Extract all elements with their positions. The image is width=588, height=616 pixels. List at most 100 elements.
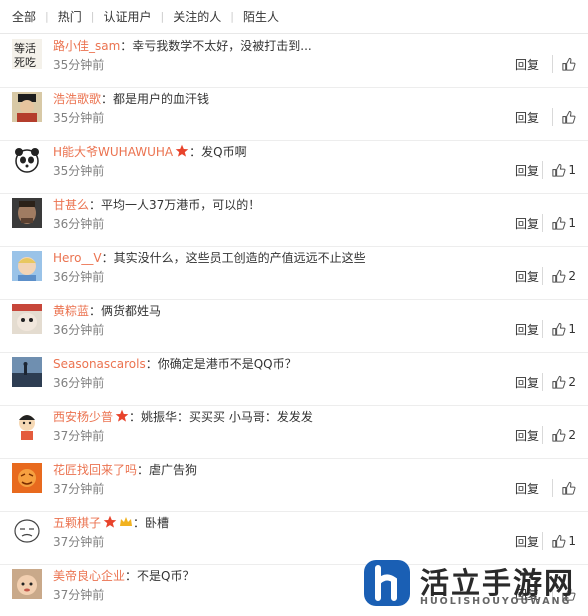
thumb-up-icon — [552, 428, 566, 442]
star-badge-icon — [103, 515, 117, 528]
username-link[interactable]: H能大爷WUHAWUHA — [53, 145, 173, 159]
comment-item: 西安杨少普 ：姚振华：买买买 小马哥：发发发 37分钟前 回复 2 — [0, 406, 588, 459]
username-link[interactable]: 浩浩歌歌 — [53, 92, 101, 106]
like-count: 2 — [568, 269, 576, 283]
like-button[interactable]: 1 — [542, 320, 576, 338]
like-button[interactable]: 2 — [542, 373, 576, 391]
tab-hot[interactable]: 热门 — [58, 8, 82, 25]
comment-time: 37分钟前 — [53, 482, 105, 496]
comment-text: ：卧槽 — [133, 516, 170, 530]
comment-time: 36分钟前 — [53, 217, 105, 231]
comment-item: Seasonascarols：你确定是港币不是QQ币？ 36分钟前 回复 2 — [0, 353, 588, 406]
comment-text: ：发Q币啊 — [189, 145, 247, 159]
like-button[interactable]: 1 — [542, 532, 576, 550]
reply-button[interactable]: 回复 — [515, 163, 539, 179]
reply-button[interactable]: 回复 — [515, 269, 539, 285]
watermark-subtitle: HUOLISHOUYOUWANG — [420, 596, 572, 607]
like-count: 1 — [568, 534, 576, 548]
comment-line: 路小佳_sam：幸亏我数学不太好，没被打击到... — [53, 37, 312, 55]
comment-text: ：你确定是港币不是QQ币？ — [145, 357, 297, 371]
face-avatar[interactable] — [12, 516, 42, 546]
like-button[interactable]: 2 — [542, 267, 576, 285]
tab-following[interactable]: 关注的人 — [173, 8, 221, 25]
username-link[interactable]: 西安杨少普 — [53, 410, 113, 424]
thumb-up-icon — [552, 534, 566, 548]
comment-line: H能大爷WUHAWUHA ：发Q币啊 — [53, 143, 247, 161]
reply-button[interactable]: 回复 — [515, 481, 539, 497]
username-link[interactable]: 甘甚么 — [53, 198, 89, 212]
reply-button[interactable]: 回复 — [515, 322, 539, 338]
svg-text:等活: 等活 — [14, 41, 36, 55]
reply-button[interactable]: 回复 — [515, 110, 539, 126]
reply-button[interactable]: 回复 — [515, 534, 539, 550]
comment-item: 黄粽蓝：俩货都姓马 36分钟前 回复 1 — [0, 300, 588, 353]
comment-line: Seasonascarols：你确定是港币不是QQ币？ — [53, 355, 297, 373]
panda-avatar[interactable] — [12, 145, 42, 175]
like-button[interactable]: 1 — [542, 214, 576, 232]
thumb-up-icon — [552, 375, 566, 389]
comment-text: ：不是Q币？ — [125, 569, 195, 583]
like-button[interactable] — [552, 55, 576, 73]
comment-line: Hero__V：其实没什么，这些员工创造的产值远远不止这些 — [53, 249, 366, 267]
animal-avatar[interactable] — [12, 304, 42, 334]
like-count: 2 — [568, 428, 576, 442]
username-link[interactable]: 花匠找回来了吗 — [53, 463, 137, 477]
star-badge-icon — [115, 409, 129, 422]
username-link[interactable]: Seasonascarols — [53, 357, 146, 371]
official-avatar[interactable] — [12, 92, 42, 122]
username-link[interactable]: 美帝良心企业 — [53, 569, 125, 583]
like-button[interactable] — [552, 479, 576, 497]
reply-button[interactable]: 回复 — [515, 57, 539, 73]
reply-button[interactable]: 回复 — [515, 375, 539, 391]
comment-line: 美帝良心企业：不是Q币？ — [53, 567, 194, 585]
man-avatar[interactable] — [12, 198, 42, 228]
thumb-up-icon — [562, 57, 576, 71]
comment-time: 37分钟前 — [53, 429, 105, 443]
comment-item: H能大爷WUHAWUHA ：发Q币啊 35分钟前 回复 1 — [0, 141, 588, 194]
comment-line: 花匠找回来了吗：虐广告狗 — [53, 461, 197, 479]
like-count: 1 — [568, 322, 576, 336]
username-link[interactable]: 黄粽蓝 — [53, 304, 89, 318]
star-badge-icon — [175, 144, 189, 157]
watermark-logo-icon — [364, 560, 410, 606]
thumb-up-icon — [552, 163, 566, 177]
comment-time: 36分钟前 — [53, 323, 105, 337]
tab-separator: | — [90, 10, 95, 23]
thumb-up-icon — [552, 322, 566, 336]
kid-avatar[interactable] — [12, 251, 42, 281]
tab-strangers[interactable]: 陌生人 — [243, 8, 279, 25]
like-button[interactable] — [552, 108, 576, 126]
comment-text: ：俩货都姓马 — [89, 304, 162, 318]
thumb-up-icon — [562, 110, 576, 124]
landscape-avatar[interactable] — [12, 357, 42, 387]
comment-text: ：其实没什么，这些员工创造的产值远远不止这些 — [101, 251, 366, 265]
like-button[interactable]: 1 — [542, 161, 576, 179]
thumb-up-icon — [562, 481, 576, 495]
cartoon-avatar[interactable] — [12, 410, 42, 440]
comment-time: 37分钟前 — [53, 588, 105, 602]
comment-time: 35分钟前 — [53, 58, 105, 72]
comment-item: 花匠找回来了吗：虐广告狗 37分钟前 回复 — [0, 459, 588, 512]
tab-verified[interactable]: 认证用户 — [103, 8, 151, 25]
comment-text: ：平均一人37万港币，可以的！ — [89, 198, 261, 212]
username-link[interactable]: 五颗棋子 — [53, 516, 101, 530]
comment-time: 36分钟前 — [53, 270, 105, 284]
calligraphy-avatar[interactable]: 等活 死吃 — [12, 39, 42, 69]
comment-item: 等活 死吃 路小佳_sam：幸亏我数学不太好，没被打击到... 35分钟前 回复 — [0, 35, 588, 88]
reply-button[interactable]: 回复 — [515, 428, 539, 444]
reply-button[interactable]: 回复 — [515, 216, 539, 232]
username-link[interactable]: Hero__V — [53, 251, 102, 265]
tab-all[interactable]: 全部 — [12, 8, 36, 25]
orange-avatar[interactable] — [12, 463, 42, 493]
comment-time: 36分钟前 — [53, 376, 105, 390]
comment-item: 甘甚么：平均一人37万港币，可以的！ 36分钟前 回复 1 — [0, 194, 588, 247]
like-button[interactable]: 2 — [542, 426, 576, 444]
tab-separator: | — [160, 10, 165, 23]
comment-text: ：姚振华：买买买 小马哥：发发发 — [129, 410, 313, 424]
comment-time: 35分钟前 — [53, 164, 105, 178]
comment-time: 37分钟前 — [53, 535, 105, 549]
baby-avatar[interactable] — [12, 569, 42, 599]
username-link[interactable]: 路小佳_sam — [53, 39, 120, 53]
comment-line: 五颗棋子 ：卧槽 — [53, 514, 169, 532]
comment-text: ：虐广告狗 — [137, 463, 198, 477]
